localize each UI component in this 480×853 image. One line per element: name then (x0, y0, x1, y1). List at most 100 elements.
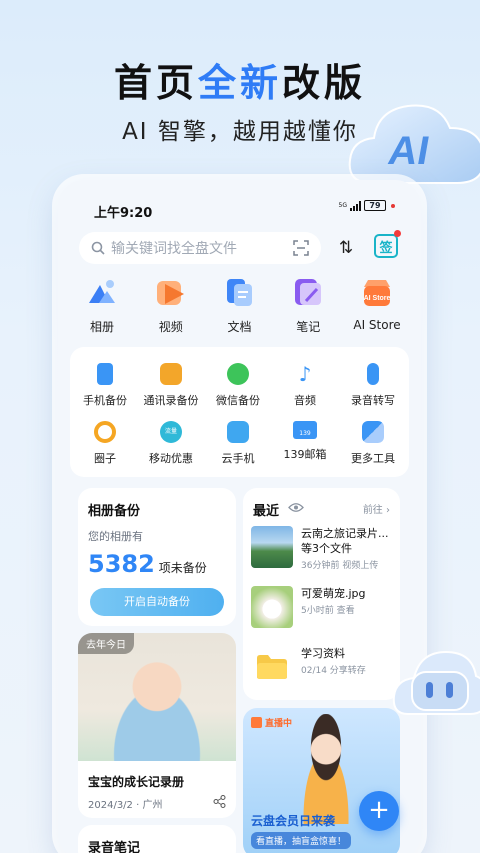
album-backup-card[interactable]: 相册备份 您的相册有 5382 项未备份 开启自动备份 (78, 488, 236, 626)
album-backup-count-suffix: 项未备份 (158, 561, 207, 575)
tool-label: 移动优惠 (149, 452, 193, 465)
ai-store-icon: AI Store (360, 275, 394, 309)
recent-item-name-line2: 等3个文件 (301, 542, 352, 555)
recent-item-name: 学习资料 (301, 647, 345, 660)
tool-label: 微信备份 (216, 394, 260, 407)
tool-wechat-backup[interactable]: 微信备份 (203, 363, 273, 408)
video-icon (154, 275, 188, 309)
recent-item[interactable]: 学习资料 02/14 分享转存 (251, 646, 366, 688)
tool-audio[interactable]: ♪ 音频 (270, 363, 340, 408)
quick-access-note[interactable]: 笔记 (276, 275, 340, 335)
eye-icon[interactable] (288, 502, 304, 513)
tools-panel: 手机备份 通讯录备份 微信备份 ♪ 音频 录音转写 圈子 流量移动优惠 云手机 1… (70, 347, 409, 477)
live-badge: 直播中 (251, 716, 292, 729)
document-icon (223, 275, 257, 309)
recent-item[interactable]: 可爱萌宠.jpg 5小时前 查看 (251, 586, 366, 628)
network-label: 5G (338, 201, 347, 209)
robot-cloud-illustration (392, 650, 480, 715)
wechat-icon (227, 363, 249, 385)
music-note-icon: ♪ (298, 362, 312, 386)
circle-icon (94, 421, 116, 443)
search-placeholder: 输关键词找全盘文件 (111, 241, 237, 257)
tool-label: 通讯录备份 (143, 394, 199, 407)
status-bar: 上午9:20 5G 79 (58, 180, 421, 221)
recent-title: 最近 (253, 504, 280, 519)
search-icon (91, 241, 105, 255)
live-stream-card[interactable]: 直播中 云盘会员日来袭 看直播，抽盲盒惊喜！ (243, 708, 400, 853)
tool-phone-backup[interactable]: 手机备份 (70, 363, 140, 408)
quick-access-document[interactable]: 文档 (208, 275, 272, 335)
tool-label: 录音转写 (351, 394, 395, 407)
audio-notes-card[interactable]: 录音笔记 (78, 825, 236, 853)
album-backup-count: 5382 (88, 550, 155, 578)
sign-in-calendar-icon[interactable]: 签 (374, 234, 398, 258)
recent-item-meta: 36分钟前 视频上传 (301, 561, 379, 571)
tool-label: 139邮箱 (283, 448, 327, 461)
tool-label: 云手机 (221, 452, 255, 465)
share-icon[interactable] (213, 795, 226, 808)
tool-label: 音频 (294, 394, 316, 407)
cloud-phone-icon (227, 421, 249, 443)
enable-auto-backup-button[interactable]: 开启自动备份 (90, 588, 224, 616)
ai-badge-text: AI (385, 128, 433, 173)
quick-access-label: 相册 (89, 320, 114, 334)
album-backup-title: 相册备份 (88, 504, 141, 519)
tool-contacts-backup[interactable]: 通讯录备份 (136, 363, 206, 408)
battery-icon: 79 (364, 200, 386, 211)
memory-card[interactable]: 去年今日 宝宝的成长记录册 2024/3/2 · 广州 (78, 633, 236, 818)
album-backup-desc: 您的相册有 (88, 530, 143, 543)
contacts-icon (160, 363, 182, 385)
audio-notes-title: 录音笔记 (88, 841, 141, 853)
search-bar[interactable]: 输关键词找全盘文件 (79, 232, 321, 264)
tool-more[interactable]: 更多工具 (338, 421, 408, 466)
quick-access-label: 文档 (227, 320, 252, 334)
quick-access-ai-store[interactable]: AI Store AI Store (345, 275, 409, 335)
pet-photo-thumbnail (251, 586, 293, 628)
phone-icon (97, 363, 113, 385)
quick-access-label: 视频 (158, 320, 183, 334)
live-title: 云盘会员日来袭 (251, 814, 336, 828)
note-icon (291, 275, 325, 309)
folder-icon (251, 646, 293, 688)
recent-card: 最近 前往 › 云南之旅记录片... 等3个文件 36分钟前 视频上传 可爱萌宠.j… (243, 488, 400, 700)
host-illustration (291, 714, 361, 824)
album-backup-count-row: 5382 项未备份 (88, 550, 207, 578)
tool-label: 更多工具 (351, 452, 395, 465)
tool-label: 手机备份 (83, 394, 127, 407)
album-icon (85, 275, 119, 309)
tool-139-mail[interactable]: 139 139邮箱 (270, 421, 340, 462)
tool-label: 圈子 (94, 452, 116, 465)
scan-icon[interactable] (293, 240, 309, 256)
data-plan-icon: 流量 (160, 421, 182, 443)
memory-tag: 去年今日 (78, 633, 134, 654)
signal-icon (350, 200, 361, 211)
landscape-thumbnail (251, 526, 293, 568)
recent-item-meta: 5小时前 查看 (301, 606, 355, 616)
tool-recording-transcribe[interactable]: 录音转写 (338, 363, 408, 408)
status-time: 上午9:20 (94, 206, 153, 221)
phone-frame: 上午9:20 5G 79 输关键词找全盘文件 ⇅ 签 相册 视频 文档 笔记 A… (58, 180, 421, 853)
quick-access-label: AI Store (353, 318, 401, 332)
live-subtitle: 看直播，抽盲盒惊喜！ (251, 832, 352, 849)
grid-icon (362, 421, 384, 443)
tool-circle[interactable]: 圈子 (70, 421, 140, 466)
quick-access-video[interactable]: 视频 (139, 275, 203, 335)
quick-access-label: 笔记 (296, 320, 321, 334)
notification-dot (391, 203, 395, 208)
tool-mobile-deals[interactable]: 流量 移动优惠 (136, 421, 206, 466)
recent-item-name: 云南之旅记录片... (301, 527, 389, 540)
microphone-icon (367, 363, 379, 385)
add-fab-button[interactable]: + (359, 791, 399, 831)
quick-access-album[interactable]: 相册 (70, 275, 134, 335)
recent-item-name: 可爱萌宠.jpg (301, 587, 366, 600)
quick-access-row: 相册 视频 文档 笔记 AI Store AI Store (70, 275, 409, 335)
sort-icon[interactable]: ⇅ (334, 236, 358, 260)
recent-item[interactable]: 云南之旅记录片... 等3个文件 36分钟前 视频上传 (251, 526, 389, 571)
memory-title: 宝宝的成长记录册 (88, 775, 185, 789)
recent-more-link[interactable]: 前往 › (363, 501, 390, 516)
ai-store-badge-text: AI Store (364, 295, 391, 302)
tool-cloud-phone[interactable]: 云手机 (203, 421, 273, 466)
sign-in-badge (394, 230, 401, 237)
memory-meta: 2024/3/2 · 广州 (88, 800, 163, 811)
recent-item-meta: 02/14 分享转存 (301, 666, 366, 676)
